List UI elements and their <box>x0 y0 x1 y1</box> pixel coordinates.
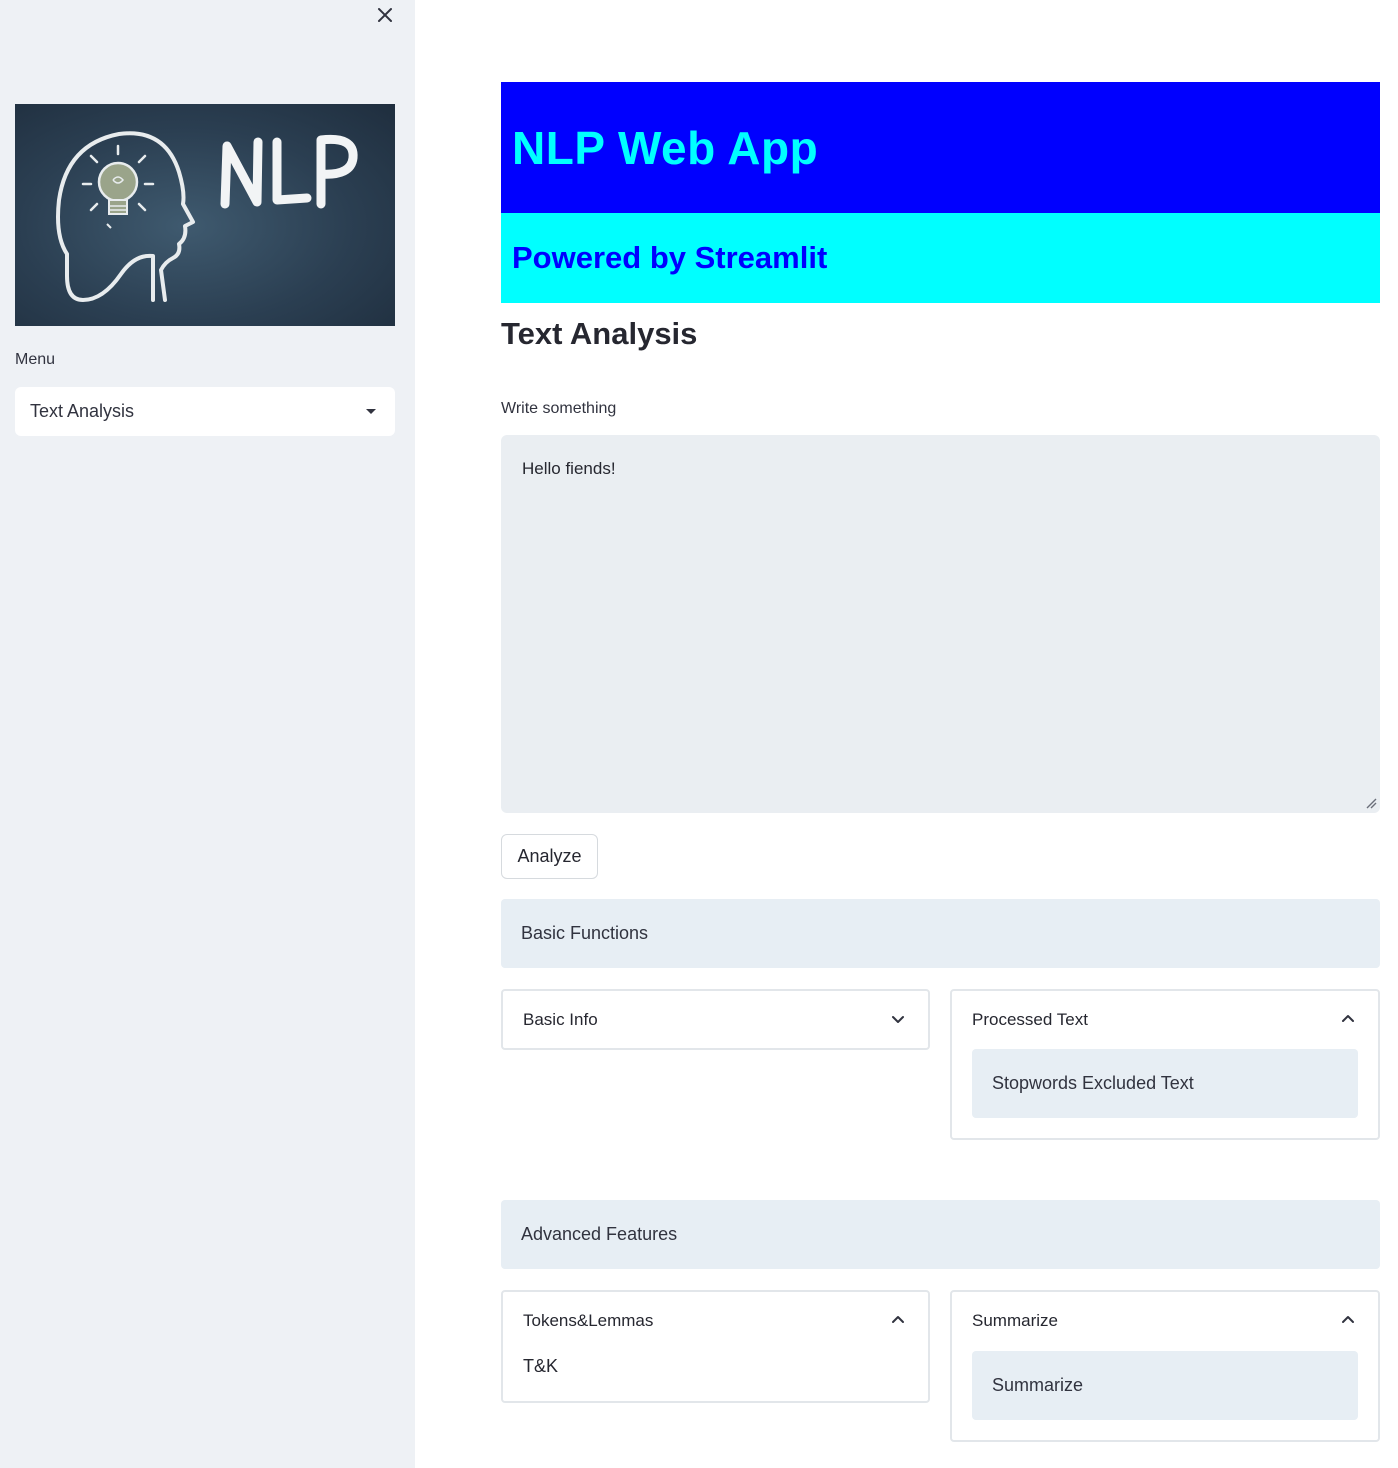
analyze-button[interactable]: Analyze <box>501 834 598 879</box>
basic-info-label: Basic Info <box>523 1010 598 1029</box>
close-sidebar-button[interactable] <box>372 2 398 28</box>
close-icon <box>378 8 392 22</box>
tokens-lemmas-header[interactable]: Tokens&Lemmas <box>503 1292 928 1350</box>
caret-down-icon <box>366 409 376 414</box>
tokens-lemmas-label: Tokens&Lemmas <box>523 1311 654 1330</box>
chevron-up-icon <box>1342 1015 1354 1022</box>
processed-text-content: Stopwords Excluded Text <box>972 1049 1358 1118</box>
processed-text-label: Processed Text <box>972 1010 1088 1029</box>
app-subtitle: Powered by Streamlit <box>512 240 828 275</box>
summarize-header[interactable]: Summarize <box>952 1292 1378 1350</box>
summarize-content: Summarize <box>972 1351 1358 1420</box>
basic-info-header[interactable]: Basic Info <box>503 991 928 1049</box>
subtitle-banner: Powered by Streamlit <box>501 213 1380 303</box>
tokens-lemmas-expander[interactable]: Tokens&Lemmas T&K <box>501 1290 930 1403</box>
text-input-area[interactable]: Hello fiends! <box>501 435 1380 813</box>
basic-info-expander[interactable]: Basic Info <box>501 989 930 1050</box>
menu-selected-value: Text Analysis <box>30 401 135 421</box>
tokens-lemmas-content: T&K <box>523 1356 559 1376</box>
main-content: NLP Web App Powered by Streamlit Text An… <box>415 0 1398 1468</box>
sidebar: Menu Text Analysis <box>0 0 415 1468</box>
resize-handle-icon[interactable] <box>1365 797 1377 809</box>
advanced-features-header: Advanced Features <box>501 1200 1380 1269</box>
processed-text-expander[interactable]: Processed Text Stopwords Excluded Text <box>950 989 1380 1140</box>
chevron-up-icon <box>1342 1316 1354 1323</box>
processed-text-header[interactable]: Processed Text <box>952 991 1378 1049</box>
menu-label: Menu <box>15 351 56 368</box>
summarize-expander[interactable]: Summarize Summarize <box>950 1290 1380 1442</box>
text-input-label: Write something <box>501 400 617 417</box>
menu-select[interactable]: Text Analysis <box>15 387 395 436</box>
title-banner: NLP Web App <box>501 82 1380 213</box>
basic-functions-header: Basic Functions <box>501 899 1380 968</box>
chevron-up-icon <box>892 1316 904 1323</box>
nlp-logo-image <box>15 104 395 326</box>
chevron-down-icon <box>892 1016 904 1023</box>
summarize-label: Summarize <box>972 1311 1058 1330</box>
section-title: Text Analysis <box>501 316 698 351</box>
app-title: NLP Web App <box>512 121 819 174</box>
